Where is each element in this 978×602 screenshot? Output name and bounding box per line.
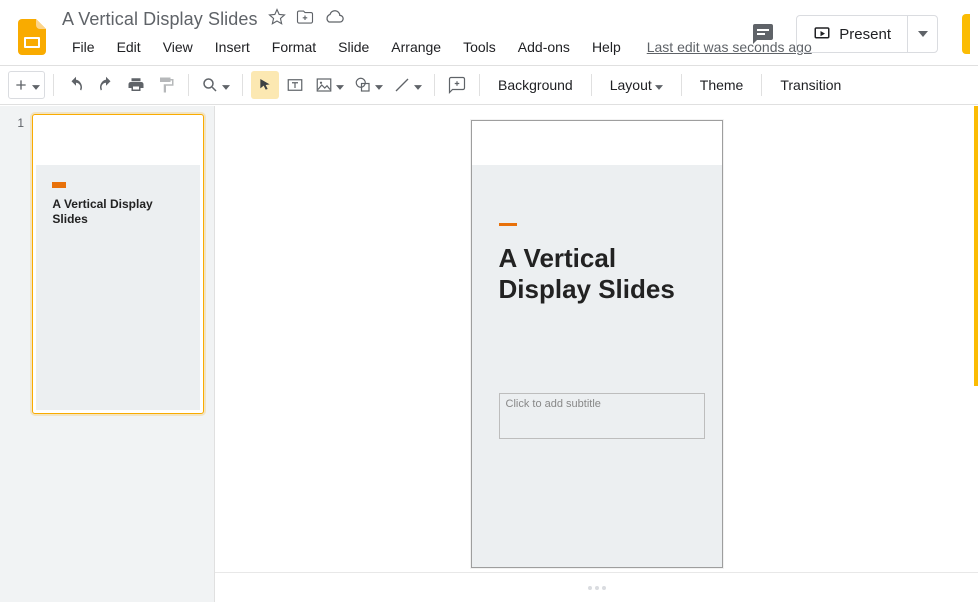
image-tool[interactable]: [311, 71, 348, 99]
transition-button[interactable]: Transition: [770, 71, 851, 99]
thumbnail-title: A Vertical Display Slides: [52, 197, 183, 228]
thumbnail-number: 1: [10, 114, 24, 414]
menu-format[interactable]: Format: [262, 35, 326, 59]
app-logo[interactable]: [12, 17, 52, 57]
cloud-status-icon[interactable]: [324, 8, 344, 31]
menu-edit[interactable]: Edit: [107, 35, 151, 59]
present-button[interactable]: Present: [797, 16, 907, 52]
star-icon[interactable]: [268, 8, 286, 31]
present-dropdown[interactable]: [907, 16, 937, 52]
thumbnail-row: 1 A Vertical Display Slides: [10, 114, 204, 414]
menu-tools[interactable]: Tools: [453, 35, 506, 59]
textbox-tool[interactable]: [281, 71, 309, 99]
layout-label: Layout: [610, 77, 652, 93]
theme-button[interactable]: Theme: [690, 71, 754, 99]
canvas-area[interactable]: A Vertical Display Slides Click to add s…: [215, 106, 978, 602]
toolbar: Background Layout Theme Transition: [0, 65, 978, 105]
chevron-down-icon: [414, 77, 422, 93]
select-tool[interactable]: [251, 71, 279, 99]
paint-format-button[interactable]: [152, 71, 180, 99]
menu-insert[interactable]: Insert: [205, 35, 260, 59]
present-button-group: Present: [796, 15, 938, 53]
layout-button[interactable]: Layout: [600, 71, 673, 99]
chevron-down-icon: [32, 77, 40, 93]
thumbnail-slide: A Vertical Display Slides: [36, 118, 200, 410]
open-comments-button[interactable]: [746, 17, 780, 51]
new-slide-button[interactable]: [8, 71, 45, 99]
menu-file[interactable]: File: [62, 35, 105, 59]
workspace: 1 A Vertical Display Slides A Vertical D…: [0, 106, 978, 602]
menu-help[interactable]: Help: [582, 35, 631, 59]
slide-subtitle-text: Click to add subtitle: [506, 398, 601, 410]
undo-button[interactable]: [62, 71, 90, 99]
menu-arrange[interactable]: Arrange: [381, 35, 451, 59]
chevron-down-icon: [222, 77, 230, 93]
menu-slide[interactable]: Slide: [328, 35, 379, 59]
zoom-button[interactable]: [197, 71, 234, 99]
chevron-down-icon: [375, 77, 383, 93]
account-avatar-peek[interactable]: [962, 14, 970, 54]
side-panel-indicator[interactable]: [974, 106, 978, 386]
document-title[interactable]: A Vertical Display Slides: [62, 9, 258, 30]
slide-header-bar: [472, 121, 722, 165]
comment-tool[interactable]: [443, 71, 471, 99]
menu-view[interactable]: View: [153, 35, 203, 59]
print-button[interactable]: [122, 71, 150, 99]
menu-addons[interactable]: Add-ons: [508, 35, 580, 59]
chevron-down-icon: [655, 77, 663, 93]
chevron-down-icon: [336, 77, 344, 93]
speaker-notes-drag-bar[interactable]: [215, 572, 978, 602]
redo-button[interactable]: [92, 71, 120, 99]
shape-tool[interactable]: [350, 71, 387, 99]
filmstrip[interactable]: 1 A Vertical Display Slides: [0, 106, 215, 602]
move-icon[interactable]: [296, 8, 314, 31]
background-button[interactable]: Background: [488, 71, 583, 99]
slide-subtitle-placeholder[interactable]: Click to add subtitle: [499, 393, 705, 439]
slide-title-text[interactable]: A Vertical Display Slides: [499, 243, 695, 305]
slide[interactable]: A Vertical Display Slides Click to add s…: [471, 120, 723, 568]
header: A Vertical Display Slides File Edit View…: [0, 0, 978, 65]
slide-accent-bar: [499, 223, 517, 226]
thumbnail-selected[interactable]: A Vertical Display Slides: [32, 114, 204, 414]
line-tool[interactable]: [389, 71, 426, 99]
present-label: Present: [839, 26, 891, 43]
drag-handle-icon: [588, 586, 606, 590]
